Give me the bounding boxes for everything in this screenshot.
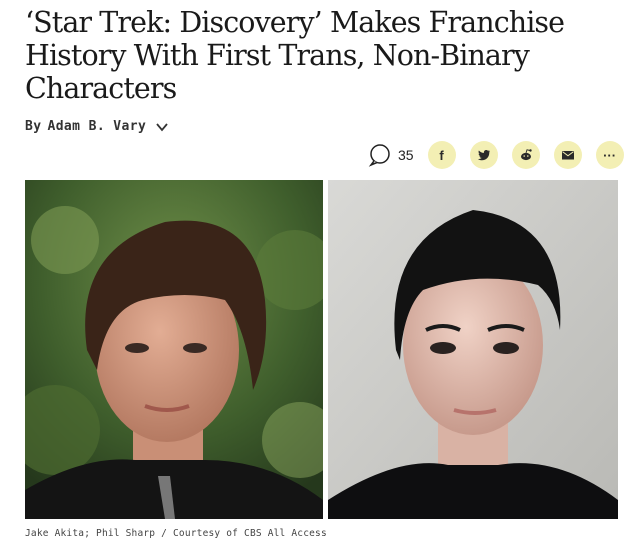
- facebook-share-button[interactable]: f: [427, 141, 456, 169]
- photo-credit: Jake Akita; Phil Sharp / Courtesy of CBS…: [25, 528, 327, 539]
- more-share-button[interactable]: ···: [595, 141, 624, 169]
- portrait-image-right: [328, 180, 618, 519]
- email-icon: [561, 151, 574, 160]
- email-share-button[interactable]: [553, 141, 582, 169]
- byline-prefix: By: [25, 119, 42, 134]
- reddit-share-button[interactable]: [511, 141, 540, 169]
- chevron-down-icon[interactable]: [155, 120, 169, 134]
- portrait-image-left: [25, 180, 323, 519]
- reddit-icon: [520, 149, 532, 161]
- more-icon: ···: [603, 147, 617, 163]
- byline: By Adam B. Vary: [25, 119, 169, 134]
- article-headline: ‘Star Trek: Discovery’ Makes Franchise H…: [25, 6, 565, 105]
- facebook-icon: f: [439, 147, 444, 163]
- comment-count: 35: [398, 147, 414, 163]
- article-photo-right: [328, 180, 618, 519]
- twitter-icon: [477, 150, 490, 161]
- twitter-share-button[interactable]: [469, 141, 498, 169]
- author-name[interactable]: Adam B. Vary: [47, 119, 146, 134]
- comment-icon: [368, 144, 390, 167]
- article-photo-left: [25, 180, 323, 519]
- share-bar: 35 f ···: [368, 141, 638, 169]
- comments-button[interactable]: 35: [368, 143, 414, 167]
